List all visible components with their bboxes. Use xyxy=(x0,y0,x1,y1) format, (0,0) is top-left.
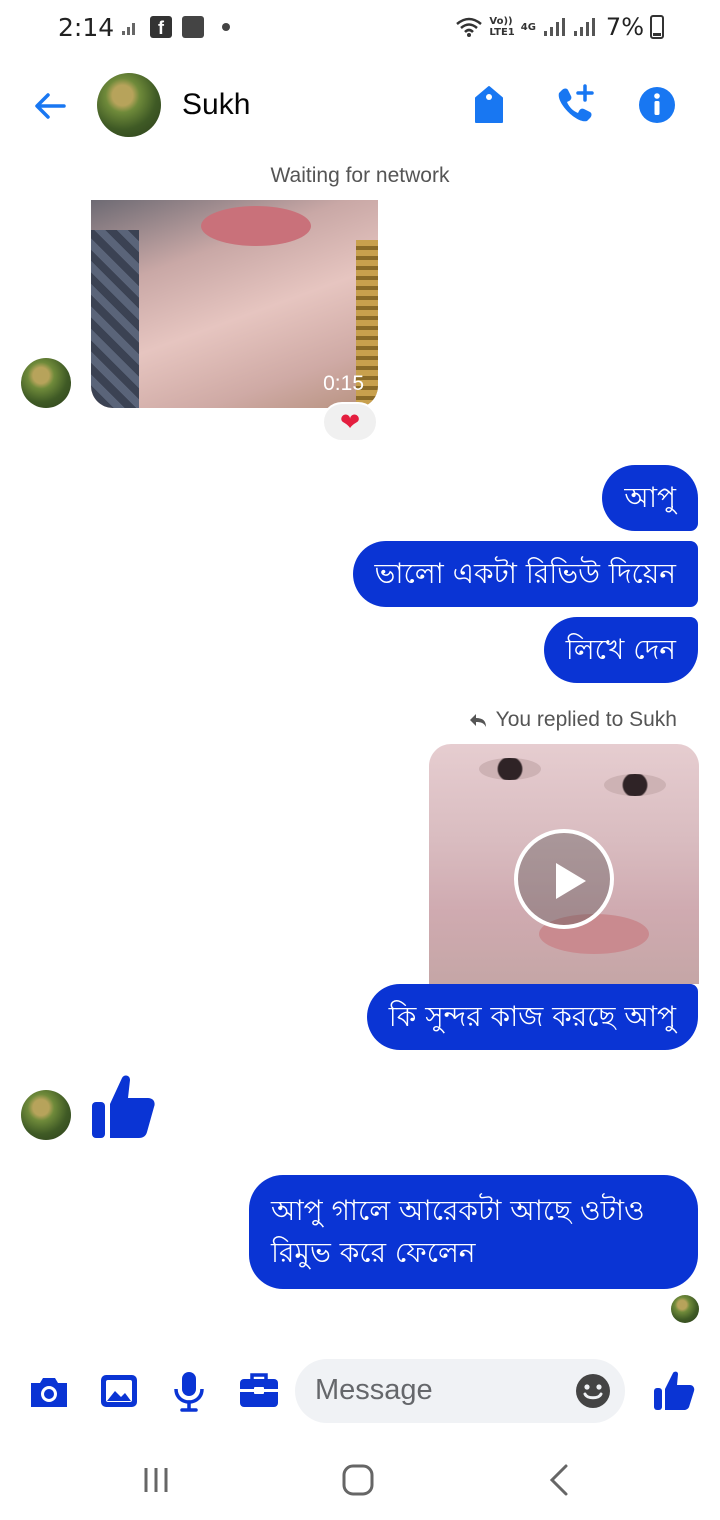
video-thumbnail-detail xyxy=(201,206,311,246)
status-bar: 2:14 f Vo)) LTE1 4G 7% xyxy=(0,0,720,58)
more-notifications-icon xyxy=(222,23,230,31)
contact-name[interactable]: Sukh xyxy=(182,88,250,122)
replied-video[interactable] xyxy=(429,744,699,984)
message-input[interactable]: Message xyxy=(295,1359,625,1423)
signal-strength-2-icon xyxy=(573,18,595,36)
signal-icon xyxy=(122,23,135,35)
play-icon[interactable] xyxy=(514,829,614,929)
gallery-icon[interactable] xyxy=(97,1369,141,1413)
reply-label: You replied to Sukh xyxy=(495,708,677,731)
sent-message[interactable]: কি সুন্দর কাজ করছে আপু xyxy=(366,984,698,1050)
contact-avatar[interactable] xyxy=(97,73,161,137)
video-thumbnail-detail xyxy=(479,758,541,780)
sent-message[interactable]: আপু xyxy=(602,465,698,531)
reply-indicator: You replied to Sukh xyxy=(468,708,677,732)
home-icon[interactable] xyxy=(338,1460,378,1500)
message-composer: Message xyxy=(0,1355,720,1427)
message-line: রিমুভ করে ফেলেন xyxy=(271,1236,476,1269)
video-thumbnail-detail xyxy=(91,230,139,408)
back-arrow-icon[interactable] xyxy=(28,84,72,128)
chat-header: Sukh xyxy=(0,58,720,158)
sender-avatar[interactable] xyxy=(21,1090,71,1140)
briefcase-icon[interactable] xyxy=(237,1369,281,1413)
thumbs-up-icon[interactable] xyxy=(90,1072,156,1142)
back-icon[interactable] xyxy=(540,1460,580,1500)
received-video[interactable]: 0:15 xyxy=(91,200,378,408)
sender-avatar[interactable] xyxy=(21,358,71,408)
tag-icon[interactable] xyxy=(466,82,512,128)
video-thumbnail-detail xyxy=(604,774,666,796)
wifi-icon xyxy=(456,17,483,37)
status-time: 2:14 xyxy=(58,13,115,42)
camera-icon[interactable] xyxy=(27,1369,71,1413)
mic-icon[interactable] xyxy=(167,1369,211,1413)
signal-strength-icon xyxy=(543,18,565,36)
message-placeholder: Message xyxy=(315,1374,433,1406)
message-line: আপু গালে আরেকটা আছে ওটাও xyxy=(271,1194,645,1227)
recent-apps-icon[interactable] xyxy=(136,1460,176,1500)
sent-message-multiline[interactable]: আপু গালে আরেকটা আছে ওটাও রিমুভ করে ফেলেন xyxy=(249,1175,698,1289)
reply-icon xyxy=(469,714,486,727)
video-duration: 0:15 xyxy=(323,372,364,395)
battery-icon xyxy=(650,15,664,39)
status-left-icons: f xyxy=(120,16,230,38)
thumbs-up-icon[interactable] xyxy=(652,1369,696,1413)
sent-message[interactable]: ভালো একটা রিভিউ দিয়েন xyxy=(352,541,698,607)
android-nav-bar xyxy=(0,1440,720,1520)
info-icon[interactable] xyxy=(634,82,680,128)
waiting-for-network-notice: Waiting for network xyxy=(270,164,450,187)
status-right: Vo)) LTE1 4G 7% xyxy=(455,13,664,41)
heart-icon: ❤ xyxy=(339,408,361,436)
seen-receipt-avatar xyxy=(671,1295,699,1323)
emoji-icon[interactable] xyxy=(575,1373,611,1409)
notification-icon xyxy=(182,16,204,38)
add-call-icon[interactable] xyxy=(552,82,598,128)
network-type: 4G xyxy=(520,21,536,33)
sent-message[interactable]: লিখে দেন xyxy=(543,617,698,683)
volte-label: Vo)) LTE1 xyxy=(489,16,515,38)
heart-reaction[interactable]: ❤ xyxy=(322,402,378,442)
battery-percent: 7% xyxy=(605,13,644,41)
facebook-notification-icon: f xyxy=(150,16,172,38)
